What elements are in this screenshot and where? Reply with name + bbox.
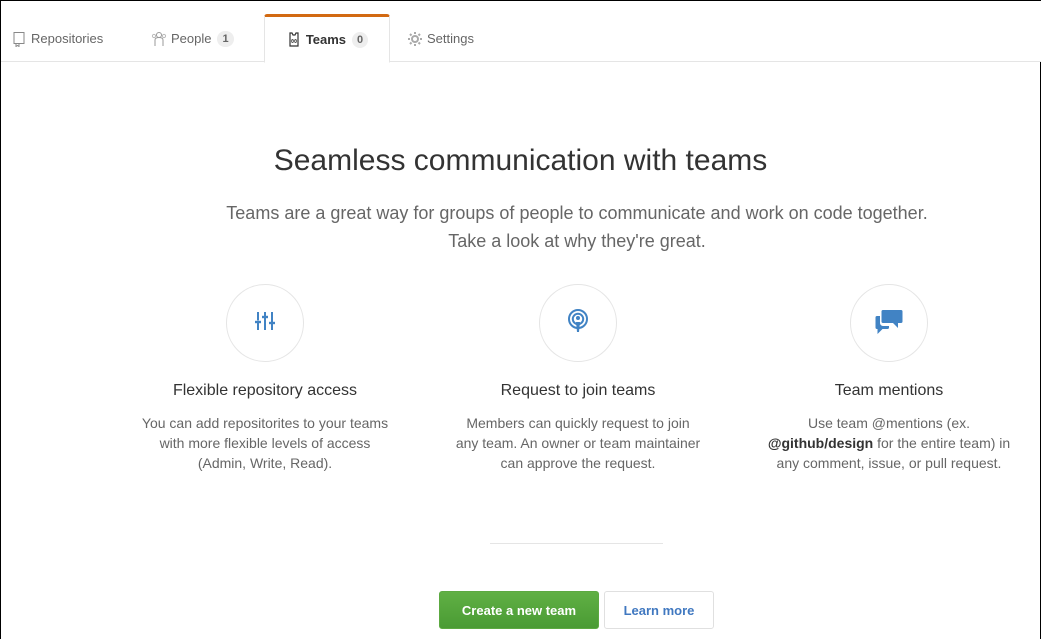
- teams-count-badge: 0: [352, 31, 369, 48]
- org-tab-bar: Repositories People 1 00 Teams 0 Setting…: [1, 1, 1041, 63]
- repo-icon: [11, 31, 27, 47]
- people-count-badge: 1: [217, 30, 234, 47]
- create-team-button[interactable]: Create a new team: [439, 591, 599, 629]
- jersey-icon: 00: [286, 31, 302, 48]
- people-icon: [151, 31, 167, 47]
- tab-teams-label: Teams: [305, 32, 347, 47]
- team-mention-example: @github/design: [767, 435, 874, 451]
- page-title: Seamless communication with teams: [273, 144, 768, 177]
- tab-repositories[interactable]: Repositories: [11, 16, 103, 61]
- tab-settings-label: Settings: [427, 31, 474, 46]
- svg-text:00: 00: [291, 39, 297, 45]
- feature-icon-circle: [226, 284, 304, 362]
- feature-desc-line: Members can quickly request to join: [466, 415, 690, 431]
- feature-desc-line: You can add repositorites to your teams: [141, 415, 389, 431]
- feature-icon-circle: [850, 284, 928, 362]
- tab-teams[interactable]: 00 Teams 0: [264, 14, 390, 63]
- subtitle-line-2: Take a look at why they're great.: [448, 231, 706, 251]
- feature-description: Use team @mentions (ex. @github/design f…: [734, 413, 1043, 473]
- feature-description: Members can quickly request to join any …: [423, 413, 733, 473]
- feature-desc-line: any team. An owner or team maintainer: [455, 435, 701, 451]
- feature-request-join: Request to join teams Members can quickl…: [423, 284, 733, 473]
- feature-repository-access: Flexible repository access You can add r…: [110, 284, 420, 473]
- feature-desc-text: for the entire team) in: [873, 435, 1011, 451]
- tab-repositories-label: Repositories: [31, 31, 104, 46]
- feature-desc-line: with more flexible levels of access: [159, 435, 371, 451]
- feature-desc-line: Use team @mentions (ex.: [807, 415, 971, 431]
- feature-title: Flexible repository access: [172, 382, 358, 399]
- section-divider: [490, 543, 663, 544]
- feature-team-mentions: Team mentions Use team @mentions (ex. @g…: [734, 284, 1043, 473]
- learn-more-button[interactable]: Learn more: [604, 591, 714, 629]
- feature-desc-line: @github/design for the entire team) in: [734, 433, 1043, 453]
- feature-desc-line: any comment, issue, or pull request.: [776, 455, 1002, 471]
- comment-discussion-icon: [874, 308, 904, 339]
- feature-icon-circle: [539, 284, 617, 362]
- feature-title: Request to join teams: [500, 382, 656, 399]
- gear-icon: [407, 31, 423, 47]
- feature-description: You can add repositorites to your teams …: [110, 413, 420, 473]
- tab-people-label: People: [171, 31, 212, 46]
- feature-desc-line: (Admin, Write, Read).: [197, 455, 333, 471]
- settings-sliders-icon: [253, 309, 277, 338]
- feature-title: Team mentions: [834, 382, 944, 399]
- subtitle-line-1: Teams are a great way for groups of peop…: [226, 203, 928, 223]
- feature-desc-line: can approve the request.: [500, 455, 656, 471]
- broadcast-icon: [565, 308, 591, 339]
- tab-settings[interactable]: Settings: [407, 16, 474, 61]
- tab-people[interactable]: People 1: [151, 16, 234, 61]
- page-subtitle: Teams are a great way for groups of peop…: [0, 199, 1043, 255]
